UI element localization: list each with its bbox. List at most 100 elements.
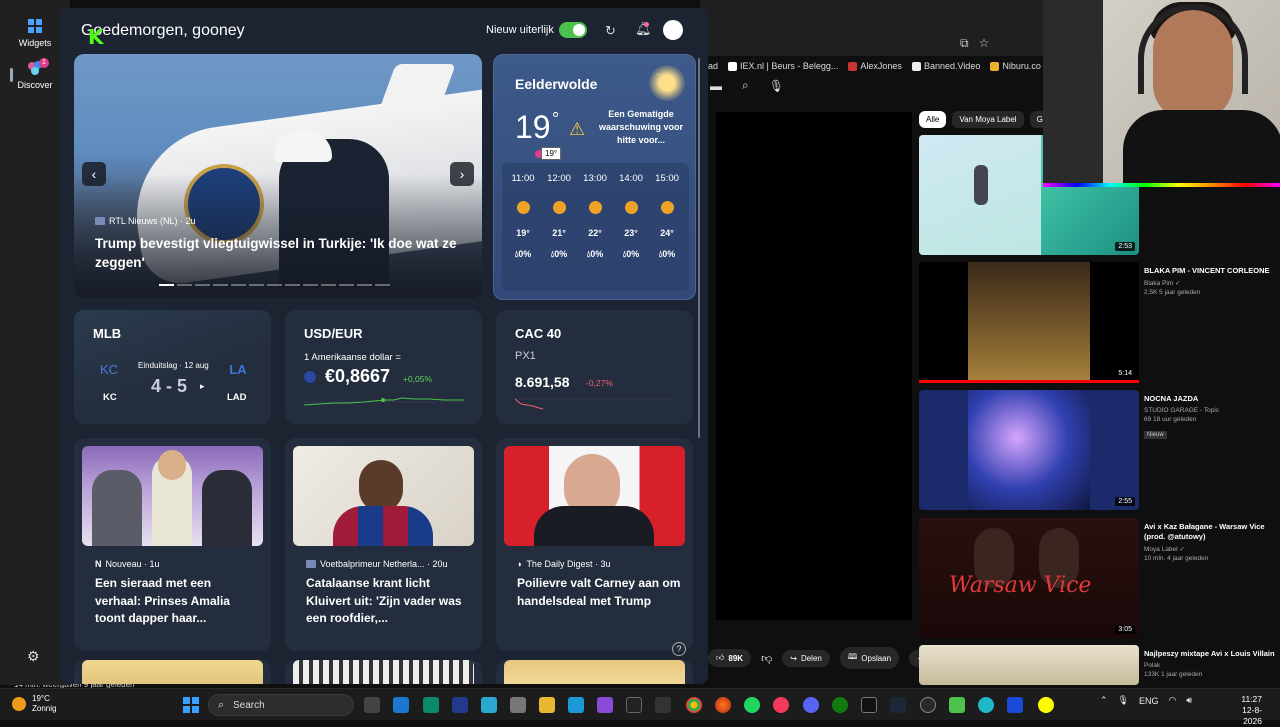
kc-logo-icon: KC: [99, 362, 119, 377]
video-thumbnail[interactable]: 5:14: [919, 262, 1139, 382]
mlb-card[interactable]: MLB KC KC Einduitslag · 12 aug 4 - 5 ▸ L…: [74, 310, 271, 424]
video-thumbnail[interactable]: [919, 645, 1139, 685]
channel-name[interactable]: STUDIO GARAGE - Topic: [1144, 407, 1279, 414]
bookmark[interactable]: ad: [708, 58, 718, 74]
video-meta: 10 mln. 4 jaar geleden: [1144, 555, 1209, 562]
app-icon[interactable]: [568, 697, 584, 713]
scrollbar[interactable]: [698, 58, 700, 438]
kick-logo-icon: K: [88, 25, 104, 49]
volume-icon[interactable]: 🔊︎: [1186, 695, 1192, 706]
recommended-video[interactable]: Najlpeszy mixtape Avi x Louis Villain Po…: [919, 645, 1279, 685]
app-icon[interactable]: [949, 697, 965, 713]
terminal-icon[interactable]: [626, 697, 642, 713]
screenshot-icon[interactable]: ⧉: [960, 36, 969, 51]
bookmark[interactable]: Banned.Video: [911, 58, 980, 74]
steam-icon[interactable]: [890, 697, 906, 713]
stock-card[interactable]: CAC 40 PX1 8.691,58 -0,27%: [496, 310, 693, 424]
chip-all[interactable]: Alle: [919, 111, 947, 128]
settings-icon[interactable]: [510, 697, 526, 713]
video-meta: 2,5K 5 jaar geleden: [1144, 289, 1201, 296]
mic-icon[interactable]: 🎙︎: [1118, 695, 1129, 706]
channel-name[interactable]: Blaka Pim ✓: [1144, 279, 1279, 287]
app-icon[interactable]: [597, 697, 613, 713]
chip-moya-label[interactable]: Van Moya Label: [952, 111, 1024, 128]
video-title[interactable]: Avi x Kaz Bałagane - Warsaw Vice (prod. …: [1144, 522, 1279, 542]
app-icon[interactable]: [452, 697, 468, 713]
stock-symbol: PX1: [515, 350, 536, 362]
app-icon[interactable]: [1007, 697, 1023, 713]
video-thumbnail[interactable]: 2:55: [919, 390, 1139, 510]
epic-games-icon[interactable]: [861, 697, 877, 713]
weather-card[interactable]: Eelderwolde ··· 19 ° ⚠ Een Gematigde waa…: [493, 54, 696, 300]
currency-card[interactable]: USD/EUR 1 Amerikaanse dollar = €0,8667 +…: [285, 310, 482, 424]
moon-icon: [649, 65, 685, 101]
carousel-prev-button[interactable]: ‹: [82, 162, 106, 186]
snapchat-icon[interactable]: [1038, 697, 1054, 713]
news-card[interactable]: [285, 660, 482, 684]
app-icon[interactable]: [920, 697, 936, 713]
video-player[interactable]: [716, 112, 912, 620]
news-headline[interactable]: Catalaanse krant licht Kluivert uit: 'Zi…: [306, 575, 471, 628]
mic-icon[interactable]: 🎙︎: [769, 79, 784, 93]
news-headline[interactable]: Trump bevestigt vliegtuigwissel in Turki…: [95, 234, 465, 272]
help-icon[interactable]: ?: [672, 642, 686, 656]
hero-news-card[interactable]: ‹ › RTL Nieuws (NL) · 2u Trump bevestigt…: [74, 54, 482, 298]
file-explorer-icon[interactable]: [539, 697, 555, 713]
new-look-toggle[interactable]: [559, 22, 587, 38]
start-button[interactable]: [183, 697, 199, 713]
like-button[interactable]: 👍︎ 89K: [708, 649, 752, 667]
video-title[interactable]: Najlpeszy mixtape Avi x Louis Villain: [1144, 649, 1279, 659]
keyboard-icon[interactable]: ▬: [710, 79, 722, 93]
save-button[interactable]: 🕮︎ Opslaan: [839, 647, 900, 669]
channel-name[interactable]: Moya Label ✓: [1144, 545, 1279, 553]
app-icon[interactable]: [655, 697, 671, 713]
weather-warning[interactable]: Een Gematigde waarschuwing voor hitte vo…: [597, 108, 685, 147]
video-thumbnail[interactable]: Warsaw Vice 3:05: [919, 518, 1139, 638]
bookmark[interactable]: AlexJones: [848, 58, 902, 74]
recommended-video[interactable]: 5:14 BLAKA PIM - VINCENT CORLEONE Blaka …: [919, 262, 1279, 383]
bookmark-star-icon[interactable]: ☆: [979, 36, 990, 51]
news-headline[interactable]: Poilievre valt Carney aan om handelsdeal…: [517, 575, 682, 610]
language-indicator[interactable]: ENG: [1139, 696, 1159, 706]
app-icon[interactable]: [978, 697, 994, 713]
task-view-icon[interactable]: [364, 697, 380, 713]
firefox-icon[interactable]: [715, 697, 731, 713]
itunes-icon[interactable]: [773, 697, 789, 713]
news-card[interactable]: Voetbalprimeur Netherla... · 20u Catalaa…: [285, 438, 482, 651]
bookmark-icon: [848, 61, 858, 71]
recommended-video[interactable]: Warsaw Vice 3:05 Avi x Kaz Bałagane - Wa…: [919, 518, 1279, 638]
news-headline[interactable]: Een sieraad met een verhaal: Prinses Ama…: [95, 575, 260, 628]
news-card[interactable]: ◗ The Daily Digest · 3u Poilievre valt Ca…: [496, 438, 693, 651]
weather-city: Eelderwolde: [515, 76, 598, 92]
refresh-icon[interactable]: ↻: [605, 23, 616, 39]
more-options-button[interactable]: ···: [656, 69, 666, 80]
app-icon[interactable]: [423, 697, 439, 713]
taskbar-search[interactable]: ⌕ Search: [208, 694, 354, 716]
bookmark[interactable]: IEX.nl | Beurs - Belegg...: [728, 58, 838, 74]
spotify-icon[interactable]: [744, 697, 760, 713]
video-title[interactable]: NOCNA JAZDA: [1144, 394, 1279, 404]
app-icon[interactable]: [481, 697, 497, 713]
news-card[interactable]: N Nouveau · 1u Een sieraad met een verhaa…: [74, 438, 271, 651]
search-icon[interactable]: ⌕: [742, 78, 749, 93]
taskbar-weather[interactable]: 19°C Zonnig: [12, 694, 56, 714]
settings-gear-icon[interactable]: ⚙: [27, 648, 40, 665]
recommended-video[interactable]: 2:55 NOCNA JAZDA STUDIO GARAGE - Topic 6…: [919, 390, 1279, 510]
dislike-button[interactable]: 👎︎: [761, 652, 772, 665]
discord-icon[interactable]: [803, 697, 819, 713]
chrome-icon[interactable]: [686, 697, 702, 713]
news-card[interactable]: [74, 660, 271, 684]
share-button[interactable]: ↪ Delen: [782, 649, 830, 667]
bookmark-icon: [911, 61, 921, 71]
xbox-icon[interactable]: [832, 697, 848, 713]
channel-name[interactable]: Polak: [1144, 662, 1279, 669]
wifi-icon[interactable]: ◠: [1169, 695, 1177, 706]
carousel-next-button[interactable]: ›: [450, 162, 474, 186]
chevron-up-icon[interactable]: ⌃: [1100, 695, 1108, 706]
outlook-icon[interactable]: [393, 697, 409, 713]
news-card[interactable]: [496, 660, 693, 684]
clock[interactable]: 11:27 12-8-2026: [1226, 694, 1262, 727]
user-avatar-icon[interactable]: [663, 20, 683, 40]
video-title[interactable]: BLAKA PIM - VINCENT CORLEONE: [1144, 266, 1279, 276]
taskbar-temp: 19°C: [32, 694, 50, 703]
